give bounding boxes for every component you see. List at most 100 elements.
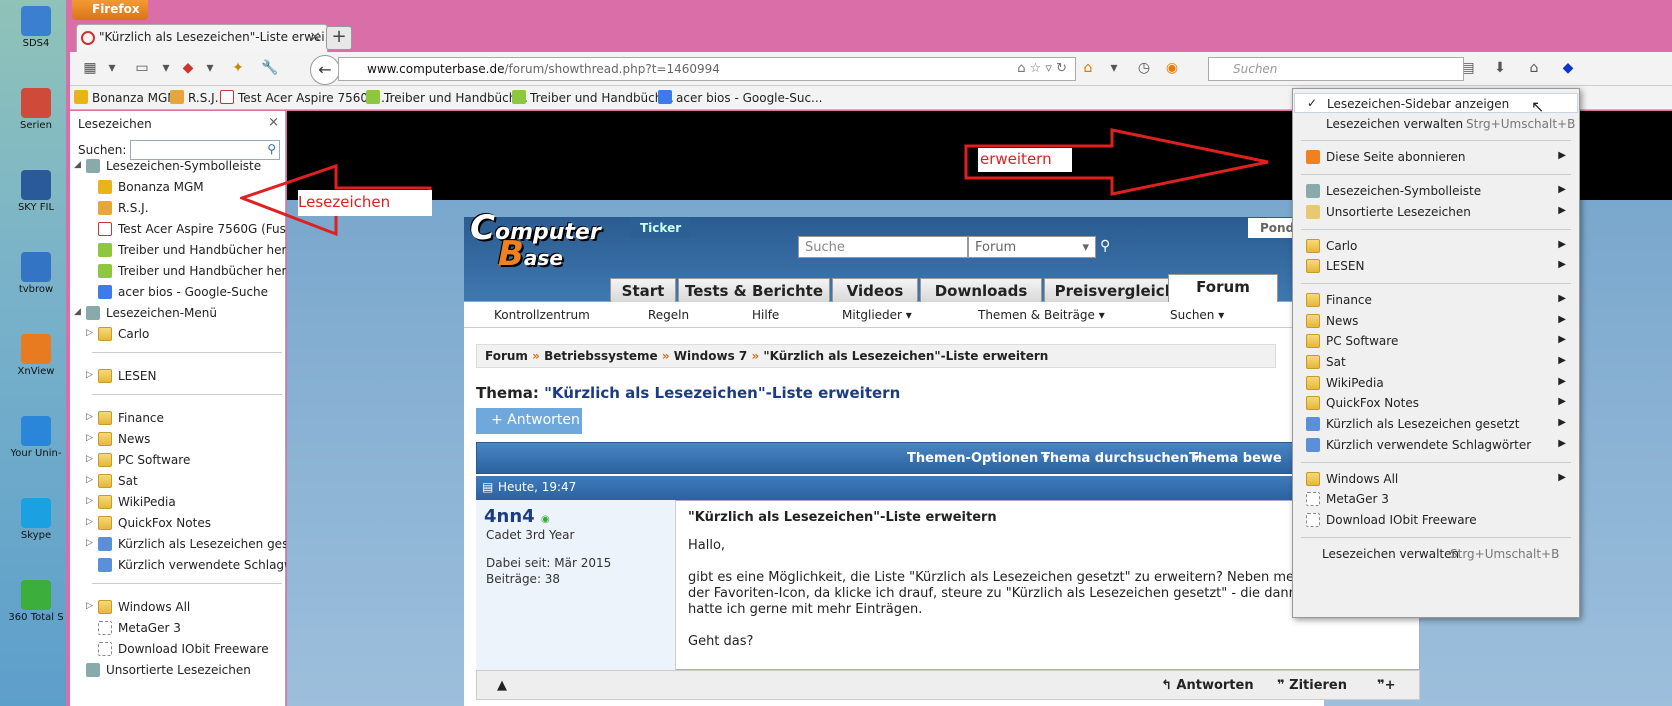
tree-item[interactable]: ▷ News xyxy=(70,430,286,450)
menu-item[interactable]: Diese Seite abonnieren ▶ xyxy=(1294,147,1578,167)
subnav-regeln[interactable]: Regeln xyxy=(648,308,689,322)
tree-item[interactable]: acer bios - Google-Suche xyxy=(70,283,286,303)
subnav-kontrollzentrum[interactable]: Kontrollzentrum xyxy=(494,308,590,322)
collapsed-icon[interactable]: ▷ xyxy=(86,328,96,338)
tree-item[interactable]: Unsortierte Lesezeichen xyxy=(70,661,286,681)
menu-item[interactable]: News ▶ xyxy=(1294,311,1578,331)
collapsed-icon[interactable]: ▷ xyxy=(86,412,96,422)
subnav-suchen[interactable]: Suchen ▾ xyxy=(1170,308,1224,322)
chevron-down-icon[interactable]: ▾ xyxy=(102,60,122,78)
site-tab-downloads[interactable]: Downloads xyxy=(920,278,1042,302)
chevron-down-icon[interactable]: ▾ xyxy=(156,60,176,78)
collapsed-icon[interactable]: ▷ xyxy=(86,475,96,485)
menu-item[interactable]: Kürzlich als Lesezeichen gesetzt ▶ xyxy=(1294,414,1578,434)
menu-item[interactable]: Lesezeichen verwalten Strg+Umschalt+B xyxy=(1294,544,1578,564)
desktop-icon[interactable]: SDS4 xyxy=(6,6,66,49)
tree-item[interactable]: ▷ LESEN xyxy=(70,367,286,387)
menu-item[interactable]: LESEN ▶ xyxy=(1294,256,1578,276)
post-username[interactable]: 4nn4 ◉ xyxy=(484,506,550,527)
tree-item[interactable]: ▷ Sat xyxy=(70,472,286,492)
tree-item[interactable]: ▷ Carlo xyxy=(70,325,286,345)
addon-icon[interactable]: ◆ xyxy=(1558,60,1578,78)
bookmark-item[interactable]: Test Acer Aspire 7560G... xyxy=(220,90,389,105)
desktop-icon[interactable]: XnView xyxy=(6,334,66,377)
site-search-input[interactable]: Suche xyxy=(798,236,968,258)
close-icon[interactable]: × xyxy=(268,115,279,130)
tree-item[interactable]: Download IObit Freeware xyxy=(70,640,286,660)
grid-icon[interactable]: ▦ xyxy=(80,60,100,78)
menu-item[interactable]: Sat ▶ xyxy=(1294,352,1578,372)
menu-item[interactable]: PC Software ▶ xyxy=(1294,331,1578,351)
tree-item[interactable]: ▷ Windows All xyxy=(70,598,286,618)
tree-item[interactable]: ◢ Lesezeichen-Menü xyxy=(70,304,286,324)
search-icon[interactable]: ⚲ xyxy=(1100,238,1110,254)
history-icon[interactable]: ◷ xyxy=(1134,60,1154,78)
eraser-icon[interactable]: ◆ xyxy=(178,60,198,78)
firefox-menu-button[interactable]: Firefox xyxy=(72,0,148,20)
menu-item[interactable]: Kürzlich verwendete Schlagwörter ▶ xyxy=(1294,435,1578,455)
menu-item[interactable]: Windows All ▶ xyxy=(1294,469,1578,489)
bookmark-item[interactable]: R.S.J. xyxy=(170,90,219,105)
site-tab-forum[interactable]: Forum xyxy=(1168,274,1278,302)
menu-item[interactable]: Lesezeichen-Symbolleiste ▶ xyxy=(1294,181,1578,201)
reply-button[interactable]: + Antworten xyxy=(476,408,582,434)
bookmark-item[interactable]: acer bios - Google-Suc... xyxy=(658,90,823,105)
collapsed-icon[interactable]: ▷ xyxy=(86,601,96,611)
breadcrumb-item[interactable]: Windows 7 xyxy=(674,349,747,363)
desktop-icon[interactable]: Your Unin- xyxy=(6,416,66,459)
tree-item[interactable]: ▷ PC Software xyxy=(70,451,286,471)
chevron-down-icon[interactable]: ▾ xyxy=(200,60,220,78)
subnav-hilfe[interactable]: Hilfe xyxy=(752,308,779,322)
collapsed-icon[interactable]: ▷ xyxy=(86,370,96,380)
ticker-link[interactable]: Ticker xyxy=(630,218,690,238)
desktop-icon[interactable]: SKY FIL xyxy=(6,170,66,213)
window-icon[interactable]: ▭ xyxy=(132,60,152,78)
thread-options-button[interactable]: Themen-Optionen ▾ xyxy=(907,451,1049,466)
menu-item[interactable]: QuickFox Notes ▶ xyxy=(1294,393,1578,413)
subnav-mitglieder[interactable]: Mitglieder ▾ xyxy=(842,308,912,322)
tree-item[interactable]: Treiber und Handbücher heru... xyxy=(70,262,286,282)
bookmark-item[interactable]: Treiber und Handbüch... xyxy=(512,90,674,105)
bookmark-item[interactable]: Treiber und Handbüch... xyxy=(366,90,528,105)
menu-item[interactable]: Carlo ▶ xyxy=(1294,236,1578,256)
breadcrumb-item[interactable]: Forum xyxy=(485,349,528,363)
new-tab-button[interactable]: + xyxy=(326,26,352,50)
download-icon[interactable]: ⬇ xyxy=(1490,60,1510,78)
tab-close-icon[interactable]: × xyxy=(309,29,321,45)
site-tab-preisvergleich[interactable]: Preisvergleich xyxy=(1044,278,1186,302)
rate-thread-button[interactable]: Thema bewe xyxy=(1189,451,1282,466)
tree-item[interactable]: ▷ WikiPedia xyxy=(70,493,286,513)
breadcrumb-item[interactable]: Betriebssysteme xyxy=(544,349,658,363)
tree-item[interactable]: ▷ QuickFox Notes xyxy=(70,514,286,534)
browser-tab[interactable]: "Kürzlich als Lesezeichen"-Liste erwei..… xyxy=(76,24,328,52)
multiquote-icon[interactable]: ❞+ xyxy=(1377,678,1396,693)
menu-item[interactable]: Finance ▶ xyxy=(1294,290,1578,310)
collapsed-icon[interactable]: ▷ xyxy=(86,496,96,506)
quote-button[interactable]: ❞ Zitieren xyxy=(1277,678,1347,693)
menu-item[interactable]: MetaGer 3 xyxy=(1294,489,1578,509)
menu-item[interactable]: WikiPedia ▶ xyxy=(1294,373,1578,393)
search-scope-select[interactable]: Forum ▾ xyxy=(968,236,1096,258)
search-input[interactable]: Suchen xyxy=(1208,57,1464,81)
reply-post-button[interactable]: ↰ Antworten xyxy=(1161,678,1254,693)
tree-item[interactable]: ▷ Kürzlich als Lesezeichen gesetzt xyxy=(70,535,286,555)
site-tab-start[interactable]: Start xyxy=(610,278,676,302)
site-tab-tests[interactable]: Tests & Berichte xyxy=(678,278,830,302)
site-logo[interactable]: Computer Base xyxy=(470,208,601,288)
rss-addon-icon[interactable]: ◉ xyxy=(1162,60,1182,78)
addon-icon[interactable]: ✦ xyxy=(228,60,248,78)
tree-item[interactable]: ▷ Finance xyxy=(70,409,286,429)
collapsed-icon[interactable]: ▷ xyxy=(86,454,96,464)
reload-icon[interactable]: ⌂ ☆ ▿ ↻ xyxy=(1017,61,1067,76)
tree-item[interactable]: MetaGer 3 xyxy=(70,619,286,639)
subnav-themen[interactable]: Themen & Beiträge ▾ xyxy=(978,308,1105,322)
home-icon[interactable]: ⌂ xyxy=(1524,60,1544,78)
expanded-icon[interactable]: ◢ xyxy=(74,307,84,317)
collapsed-icon[interactable]: ▷ xyxy=(86,517,96,527)
url-bar[interactable]: www.computerbase.de/forum/showthread.php… xyxy=(338,57,1076,81)
bookmark-item[interactable]: Bonanza MGM xyxy=(74,90,178,105)
collapsed-icon[interactable]: ▷ xyxy=(86,538,96,548)
desktop-icon[interactable]: 360 Total S xyxy=(6,580,66,623)
wrench-icon[interactable]: 🔧 xyxy=(260,60,280,78)
collapsed-icon[interactable]: ▷ xyxy=(86,433,96,443)
